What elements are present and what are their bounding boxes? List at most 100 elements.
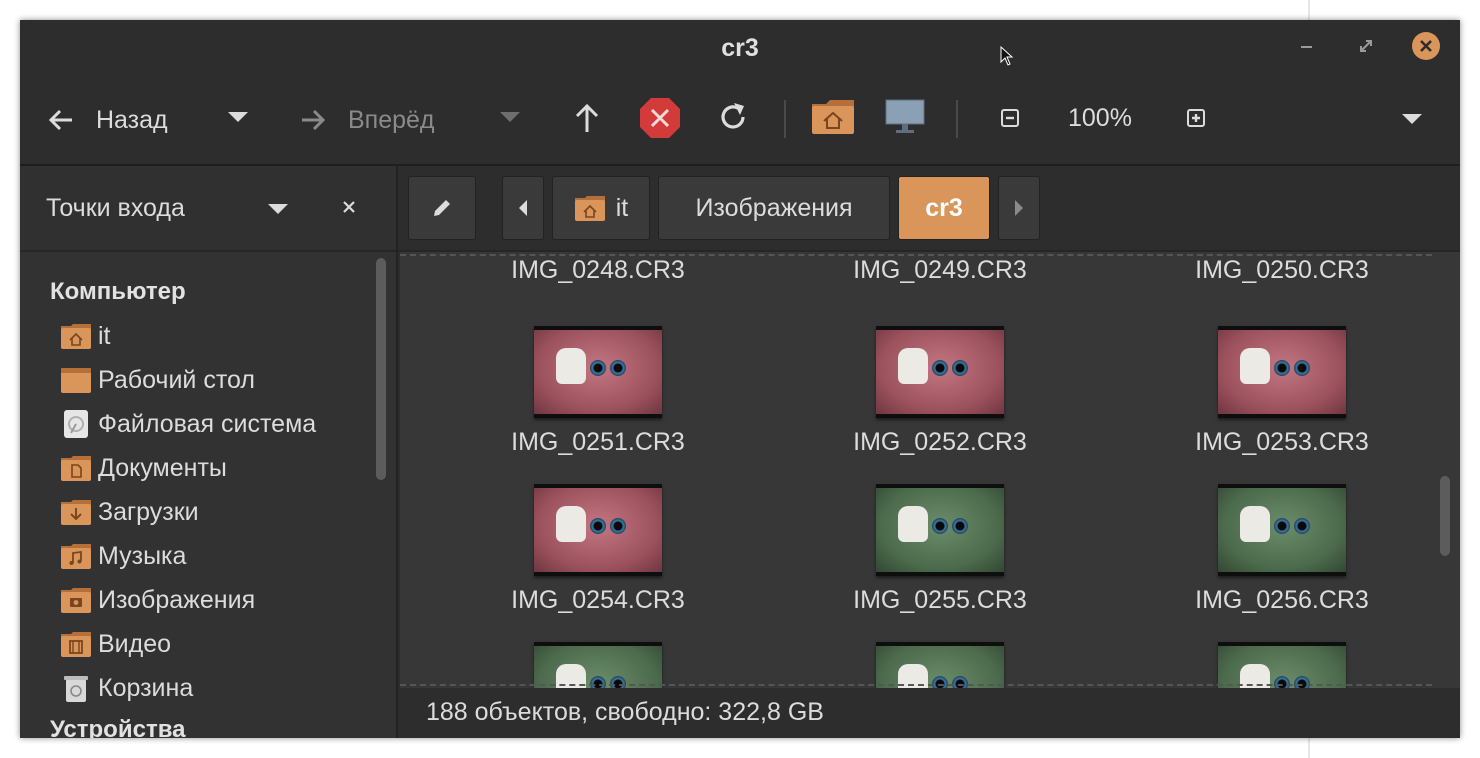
sidebar-item-downloads[interactable]: Загрузки (60, 492, 380, 532)
file-thumbnail[interactable] (534, 326, 662, 418)
back-button[interactable]: Назад (46, 102, 168, 138)
photo-preview (876, 330, 1004, 414)
home-folder-icon (60, 320, 92, 352)
computer-button[interactable] (884, 98, 926, 136)
file-thumbnail[interactable] (1218, 326, 1346, 418)
documents-folder-icon (60, 452, 92, 484)
forward-history-dropdown[interactable] (498, 110, 522, 124)
sidebar-item-label: Рабочий стол (98, 365, 255, 394)
sidebar-item-label: it (98, 321, 111, 350)
file-grid[interactable]: IMG_0248.CR3 IMG_0249.CR3 IMG_0250.CR3 I… (400, 252, 1460, 688)
file-name[interactable]: IMG_0251.CR3 (448, 428, 748, 457)
sidebar-mode-label[interactable]: Точки входа (46, 194, 185, 223)
breadcrumb-home[interactable]: it (552, 176, 650, 240)
computer-icon (885, 99, 925, 133)
sidebar-item-label: Видео (98, 629, 172, 658)
sidebar-section-devices: Устройства (50, 716, 186, 738)
close-window-button[interactable] (1412, 32, 1440, 60)
file-name[interactable]: IMG_0248.CR3 (448, 256, 748, 285)
file-thumbnail[interactable] (876, 484, 1004, 576)
file-thumbnail[interactable] (1218, 484, 1346, 576)
file-thumbnail[interactable] (534, 484, 662, 576)
pencil-icon (434, 200, 450, 216)
file-name[interactable]: IMG_0250.CR3 (1132, 256, 1432, 285)
zoom-in-icon (1187, 109, 1205, 127)
maximize-button[interactable] (1352, 32, 1380, 60)
path-bar: it Изображения cr3 (398, 166, 1460, 252)
status-bar: 188 объектов, свободно: 322,8 GB (400, 688, 1460, 738)
breadcrumb-current[interactable]: cr3 (898, 176, 990, 240)
up-button[interactable] (572, 102, 602, 136)
home-button[interactable] (810, 96, 856, 136)
path-scroll-right-button[interactable] (998, 176, 1040, 240)
sidebar-header: Точки входа (20, 166, 396, 252)
path-scroll-left-button[interactable] (502, 176, 544, 240)
drive-icon (60, 408, 92, 440)
arrow-left-icon (48, 109, 72, 131)
sidebar-item-documents[interactable]: Документы (60, 448, 380, 488)
zoom-out-icon (1001, 109, 1019, 127)
sidebar-item-music[interactable]: Музыка (60, 536, 380, 576)
forward-button[interactable]: Вперёд (298, 102, 435, 138)
mouse-cursor-icon (1000, 46, 1014, 66)
status-text: 188 объектов, свободно: 322,8 GB (426, 698, 824, 726)
file-name[interactable]: IMG_0256.CR3 (1132, 586, 1432, 615)
minimize-button[interactable] (1292, 32, 1320, 60)
title-bar[interactable]: cr3 (20, 20, 1460, 80)
photo-preview (534, 330, 662, 414)
file-thumbnail[interactable] (534, 642, 662, 688)
sidebar-item-desktop[interactable]: Рабочий стол (60, 360, 380, 400)
photo-preview (1218, 330, 1346, 414)
file-thumbnail[interactable] (1218, 642, 1346, 688)
toolbar-separator (784, 100, 786, 138)
sidebar-item-filesystem[interactable]: Файловая система (60, 404, 380, 444)
zoom-level[interactable]: 100% (1068, 104, 1132, 133)
zoom-in-button[interactable] (1186, 108, 1206, 128)
file-name[interactable]: IMG_0252.CR3 (790, 428, 1090, 457)
sidebar-section-computer: Компьютер (50, 278, 186, 305)
file-thumbnail[interactable] (876, 642, 1004, 688)
sidebar-item-label: Файловая система (98, 409, 317, 438)
sidebar-item-label: Музыка (98, 541, 187, 570)
downloads-folder-icon (60, 496, 92, 528)
back-history-dropdown[interactable] (226, 110, 250, 124)
sidebar-item-videos[interactable]: Видео (60, 624, 380, 664)
trash-icon (60, 672, 92, 704)
breadcrumb-pictures[interactable]: Изображения (658, 176, 890, 240)
close-sidebar-icon[interactable] (342, 200, 356, 214)
home-folder-icon (812, 100, 854, 134)
file-name[interactable]: IMG_0249.CR3 (790, 256, 1090, 285)
sidebar-item-pictures[interactable]: Изображения (60, 580, 380, 620)
edit-location-button[interactable] (408, 176, 476, 240)
arrow-right-icon (302, 109, 326, 131)
photo-preview (534, 488, 662, 572)
chevron-down-icon[interactable] (266, 202, 290, 216)
photo-preview (876, 646, 1004, 688)
chevron-down-icon (1402, 114, 1422, 124)
stop-button[interactable] (638, 96, 682, 140)
sidebar-item-label: Изображения (98, 585, 256, 614)
stop-icon (640, 98, 680, 138)
photo-preview (876, 488, 1004, 572)
file-name[interactable]: IMG_0253.CR3 (1132, 428, 1432, 457)
photo-preview (1218, 488, 1346, 572)
breadcrumb-label: Изображения (695, 193, 853, 222)
chevron-down-icon (500, 112, 520, 122)
file-name[interactable]: IMG_0254.CR3 (448, 586, 748, 615)
reload-button[interactable] (716, 100, 750, 134)
sidebar-scrollbar[interactable] (376, 258, 386, 480)
zoom-out-button[interactable] (1000, 108, 1020, 128)
sidebar-item-trash[interactable]: Корзина (60, 668, 380, 708)
videos-folder-icon (60, 628, 92, 660)
minimize-icon (1300, 46, 1312, 48)
breadcrumb-label: cr3 (925, 193, 963, 222)
content-scrollbar[interactable] (1440, 476, 1450, 556)
toolbar-separator (956, 100, 958, 138)
file-name[interactable]: IMG_0255.CR3 (790, 586, 1090, 615)
toolbar-menu-dropdown[interactable] (1400, 112, 1424, 126)
photo-preview (534, 646, 662, 688)
home-folder-icon (574, 196, 605, 221)
sidebar-item-home[interactable]: it (60, 316, 380, 356)
window-title: cr3 (721, 34, 759, 62)
file-thumbnail[interactable] (876, 326, 1004, 418)
